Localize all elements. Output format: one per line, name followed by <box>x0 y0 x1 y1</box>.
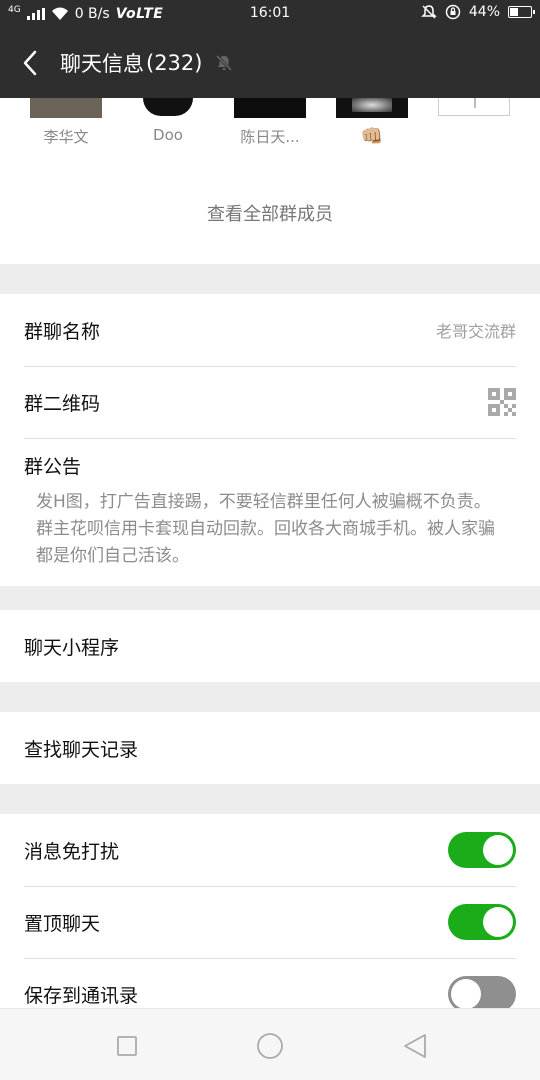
group-notice-row[interactable]: 群公告 发H图，打广告直接踢，不要轻信群里任何人被骗概不负责。群主花呗信用卡套现… <box>0 438 540 586</box>
save-contacts-label: 保存到通讯录 <box>24 984 139 1007</box>
group-qr-label: 群二维码 <box>24 392 101 415</box>
member-name: 陈日天... <box>240 128 300 146</box>
bell-off-icon <box>216 54 233 72</box>
back-nav-button[interactable] <box>400 1031 430 1061</box>
avatar <box>30 98 102 118</box>
member-name: 李华文 <box>43 128 89 146</box>
member-count: (232) <box>146 51 203 75</box>
mute-label: 消息免打扰 <box>24 840 120 863</box>
mute-row: 消息免打扰 <box>0 814 540 886</box>
search-history-section: 查找聊天记录 <box>0 712 540 784</box>
member-grid: 李华文 Doo 陈日天... 👊🏼 查看全部群成员 <box>0 98 540 264</box>
member-item[interactable]: Doo <box>128 98 208 144</box>
group-notice-text: 发H图，打广告直接踢，不要轻信群里任何人被骗概不负责。群主花呗信用卡套现自动回款… <box>36 492 495 566</box>
save-contacts-toggle[interactable] <box>448 976 516 1008</box>
search-history-row[interactable]: 查找聊天记录 <box>0 712 540 784</box>
group-qr-row[interactable]: 群二维码 <box>0 366 540 438</box>
qr-code-icon <box>488 388 516 416</box>
pin-label: 置顶聊天 <box>24 912 101 935</box>
chevron-left-icon <box>23 50 37 76</box>
mini-program-row[interactable]: 聊天小程序 <box>0 610 540 682</box>
group-notice-label: 群公告 <box>24 456 82 478</box>
member-name: 👊🏼 <box>360 126 384 147</box>
pin-toggle[interactable] <box>448 904 516 940</box>
avatar <box>234 98 306 118</box>
circle-icon <box>257 1033 283 1059</box>
search-history-label: 查找聊天记录 <box>24 738 139 761</box>
page-title: 聊天信息 <box>60 52 144 76</box>
header: 聊天信息 (232) <box>0 28 540 98</box>
rotation-lock-icon <box>445 4 461 20</box>
add-member-button[interactable] <box>434 98 514 116</box>
avatar <box>132 98 204 118</box>
mute-toggle[interactable] <box>448 832 516 868</box>
mini-program-section: 聊天小程序 <box>0 610 540 682</box>
settings-section: 消息免打扰 置顶聊天 保存到通讯录 <box>0 814 540 1008</box>
member-item[interactable]: 李华文 <box>26 98 106 147</box>
group-name-label: 群聊名称 <box>24 320 101 343</box>
member-item[interactable]: 👊🏼 <box>332 98 412 147</box>
square-icon <box>117 1036 137 1056</box>
pin-row: 置顶聊天 <box>0 886 540 958</box>
status-bar: 4G 0 B/s VoLTE 16:01 44% <box>0 0 540 28</box>
recent-apps-button[interactable] <box>112 1031 142 1061</box>
silent-bell-icon <box>421 5 437 19</box>
back-button[interactable] <box>0 28 60 98</box>
group-info-section: 群聊名称 老哥交流群 群二维码 群公告 发H图，打广告直接踢，不要轻信群里任何人… <box>0 294 540 586</box>
system-nav-bar <box>0 1008 540 1080</box>
battery-percent: 44% <box>468 4 500 20</box>
home-button[interactable] <box>255 1031 285 1061</box>
plus-icon <box>474 98 476 108</box>
mini-program-label: 聊天小程序 <box>24 636 120 659</box>
avatar <box>336 98 408 118</box>
triangle-back-icon <box>404 1034 426 1058</box>
member-name: Doo <box>153 126 183 144</box>
group-name-row[interactable]: 群聊名称 老哥交流群 <box>0 294 540 366</box>
group-name-value: 老哥交流群 <box>435 322 516 341</box>
member-item[interactable]: 陈日天... <box>230 98 310 147</box>
view-all-members-link[interactable]: 查看全部群成员 <box>0 200 540 226</box>
save-contacts-row: 保存到通讯录 <box>0 958 540 1008</box>
battery-icon <box>508 6 535 18</box>
